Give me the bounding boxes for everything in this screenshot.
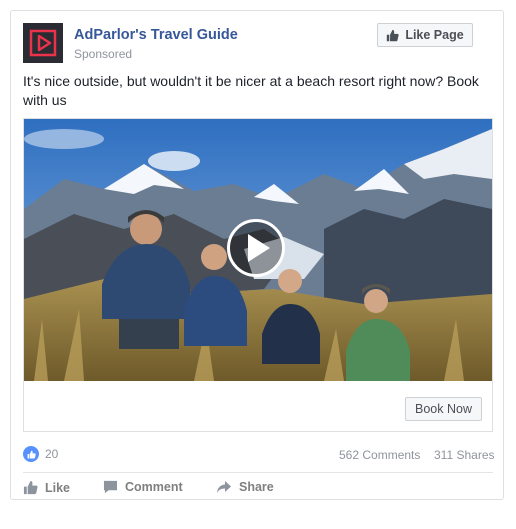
play-icon (248, 234, 270, 262)
thumbs-up-icon (23, 480, 38, 495)
page-name-link[interactable]: AdParlor's Travel Guide (74, 27, 238, 43)
thumbs-up-icon (387, 29, 399, 41)
like-reaction-icon (23, 446, 39, 462)
sponsored-label: Sponsored (74, 47, 133, 61)
comment-action-button[interactable]: Comment (103, 480, 183, 494)
play-button[interactable] (227, 219, 285, 277)
like-action-button[interactable]: Like (23, 480, 70, 495)
post-text: It's nice outside, but wouldn't it be ni… (23, 73, 479, 108)
share-action-label: Share (239, 480, 274, 494)
like-page-button[interactable]: Like Page (377, 23, 473, 47)
reaction-count[interactable]: 20 (23, 446, 58, 462)
share-icon (217, 481, 231, 493)
book-now-button[interactable]: Book Now (405, 397, 482, 421)
like-action-label: Like (45, 480, 71, 495)
video-attachment: Book Now (23, 118, 493, 432)
shares-count[interactable]: 311 Shares (434, 448, 495, 462)
share-action-button[interactable]: Share (216, 480, 274, 494)
comment-icon (103, 480, 118, 494)
like-page-label: Like Page (405, 28, 464, 42)
comment-action-label: Comment (125, 480, 183, 494)
page-avatar[interactable] (23, 23, 63, 63)
reaction-count-value: 20 (45, 447, 59, 461)
divider (23, 472, 493, 473)
play-logo-icon (29, 29, 57, 57)
sponsored-post-card: AdParlor's Travel Guide Sponsored Like P… (10, 10, 504, 500)
comments-count[interactable]: 562 Comments (339, 448, 420, 462)
